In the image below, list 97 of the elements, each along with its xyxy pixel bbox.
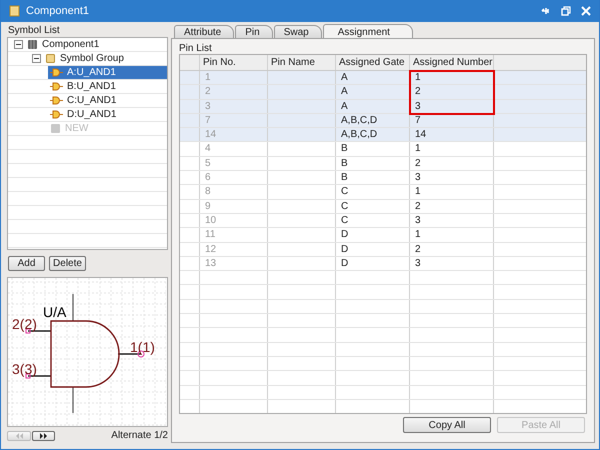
alternate-label: Alternate 1/2 bbox=[111, 430, 168, 441]
list-button[interactable]: Add bbox=[8, 256, 45, 271]
table-row[interactable]: 6 B 3 bbox=[180, 171, 586, 186]
folder-icon bbox=[45, 53, 56, 64]
table-cell: 2 bbox=[415, 158, 421, 169]
table-cell: A bbox=[341, 100, 348, 112]
table-row[interactable]: 5 B 2 bbox=[180, 156, 586, 172]
table-cell: 1 bbox=[415, 186, 421, 198]
window-title: Component1 bbox=[26, 5, 89, 17]
tree-item[interactable]: Component1 bbox=[12, 38, 167, 51]
table-cell: C bbox=[341, 200, 348, 212]
collapse-icon[interactable] bbox=[14, 40, 23, 49]
table-cell: 1 bbox=[415, 72, 421, 83]
table-row[interactable]: 12 D 2 bbox=[180, 242, 586, 257]
table-cell: B bbox=[341, 143, 348, 154]
table-cell: D bbox=[341, 244, 348, 255]
tab[interactable]: Swap bbox=[274, 25, 322, 39]
table-cell: 1 bbox=[205, 72, 211, 83]
pin-icon[interactable] bbox=[541, 6, 551, 16]
table-cell: 2 bbox=[415, 86, 421, 98]
tree-item[interactable]: C:U_AND1 bbox=[48, 94, 167, 107]
tree-item[interactable]: Symbol Group bbox=[30, 52, 167, 65]
table-cell: 2 bbox=[205, 86, 211, 98]
table-cell: 3 bbox=[415, 214, 421, 226]
table-row[interactable]: 2 A 2 bbox=[180, 85, 586, 100]
symbol-list-label: Symbol List bbox=[7, 24, 61, 37]
table-row[interactable]: 13 D 3 bbox=[180, 256, 586, 272]
table-cell: 6 bbox=[205, 172, 211, 184]
table-row[interactable]: 4 B 1 bbox=[180, 142, 586, 157]
pin-list-label: Pin List bbox=[179, 42, 213, 54]
column-header[interactable]: Pin Name bbox=[268, 55, 336, 70]
table-cell: 3 bbox=[415, 258, 421, 269]
pin-label: 3(3) bbox=[12, 361, 37, 377]
table-cell: 3 bbox=[415, 172, 421, 184]
table-cell: 14 bbox=[205, 129, 216, 140]
action-button[interactable]: Copy All bbox=[403, 417, 491, 433]
table-cell: D bbox=[341, 258, 348, 269]
table-cell: 14 bbox=[415, 129, 426, 140]
table-row[interactable]: 7 A,B,C,D 7 bbox=[180, 114, 586, 128]
table-cell: 11 bbox=[205, 229, 216, 240]
table-cell: 1 bbox=[415, 143, 421, 154]
table-cell: 2 bbox=[415, 200, 421, 212]
table-cell: 7 bbox=[205, 114, 211, 126]
table-cell: A bbox=[341, 72, 348, 83]
table-row[interactable]: 3 A 3 bbox=[180, 100, 586, 114]
collapse-icon[interactable] bbox=[32, 54, 41, 63]
table-cell: 4 bbox=[205, 143, 211, 154]
double-arrow-icon bbox=[14, 432, 24, 438]
table-cell: 10 bbox=[205, 214, 216, 226]
table-cell: A,B,C,D bbox=[341, 114, 378, 126]
table-cell: 13 bbox=[205, 258, 216, 269]
gate-label: U/A bbox=[43, 304, 66, 320]
table-cell: 12 bbox=[205, 244, 216, 255]
table-cell: 3 bbox=[415, 100, 421, 112]
tab[interactable]: Pin bbox=[235, 25, 273, 39]
restore-icon[interactable] bbox=[561, 6, 571, 16]
column-header[interactable]: Assigned Gate bbox=[336, 55, 410, 70]
pin-label: 2(2) bbox=[12, 316, 37, 332]
gate-icon bbox=[50, 67, 63, 78]
table-row[interactable]: 1 A 1 bbox=[180, 71, 586, 86]
tree-item[interactable]: D:U_AND1 bbox=[48, 108, 167, 121]
table-row[interactable]: 9 C 2 bbox=[180, 200, 586, 214]
table-row[interactable]: 8 C 1 bbox=[180, 185, 586, 200]
column-header[interactable]: Pin No. bbox=[200, 55, 268, 70]
column-header[interactable]: Assigned Number bbox=[410, 55, 494, 70]
square-icon bbox=[50, 123, 61, 134]
list-button[interactable]: Delete bbox=[49, 256, 86, 271]
table-cell: A,B,C,D bbox=[341, 129, 378, 140]
chip-icon bbox=[27, 39, 38, 50]
tree-item[interactable]: A:U_AND1 bbox=[48, 66, 167, 79]
pin-label: 1(1) bbox=[130, 339, 155, 355]
table-cell: 7 bbox=[415, 114, 421, 126]
next-button[interactable] bbox=[32, 430, 55, 440]
table-row[interactable]: 11 D 1 bbox=[180, 228, 586, 243]
table-cell: C bbox=[341, 214, 348, 226]
table-row[interactable]: 14 A,B,C,D 14 bbox=[180, 128, 586, 142]
double-arrow-icon bbox=[38, 432, 48, 438]
folder-icon bbox=[9, 5, 20, 17]
table-cell: 8 bbox=[205, 186, 211, 198]
table-cell: 9 bbox=[205, 200, 211, 212]
close-icon[interactable] bbox=[581, 6, 591, 16]
gate-icon bbox=[50, 81, 63, 92]
table-cell: 5 bbox=[205, 158, 211, 169]
table-row[interactable]: 10 C 3 bbox=[180, 214, 586, 228]
gate-icon bbox=[50, 95, 63, 106]
tab[interactable]: Attribute bbox=[174, 25, 234, 39]
table-cell: A bbox=[341, 86, 348, 98]
table-cell: B bbox=[341, 172, 348, 184]
table-cell: B bbox=[341, 158, 348, 169]
tab[interactable]: Assignment bbox=[322, 24, 413, 39]
gate-icon bbox=[50, 109, 63, 120]
table-cell: 3 bbox=[205, 100, 211, 112]
table-cell: 2 bbox=[415, 244, 421, 255]
tree-item[interactable]: B:U_AND1 bbox=[48, 80, 167, 93]
table-cell: 1 bbox=[415, 229, 421, 240]
table-cell: D bbox=[341, 229, 348, 240]
table-cell: C bbox=[341, 186, 348, 198]
